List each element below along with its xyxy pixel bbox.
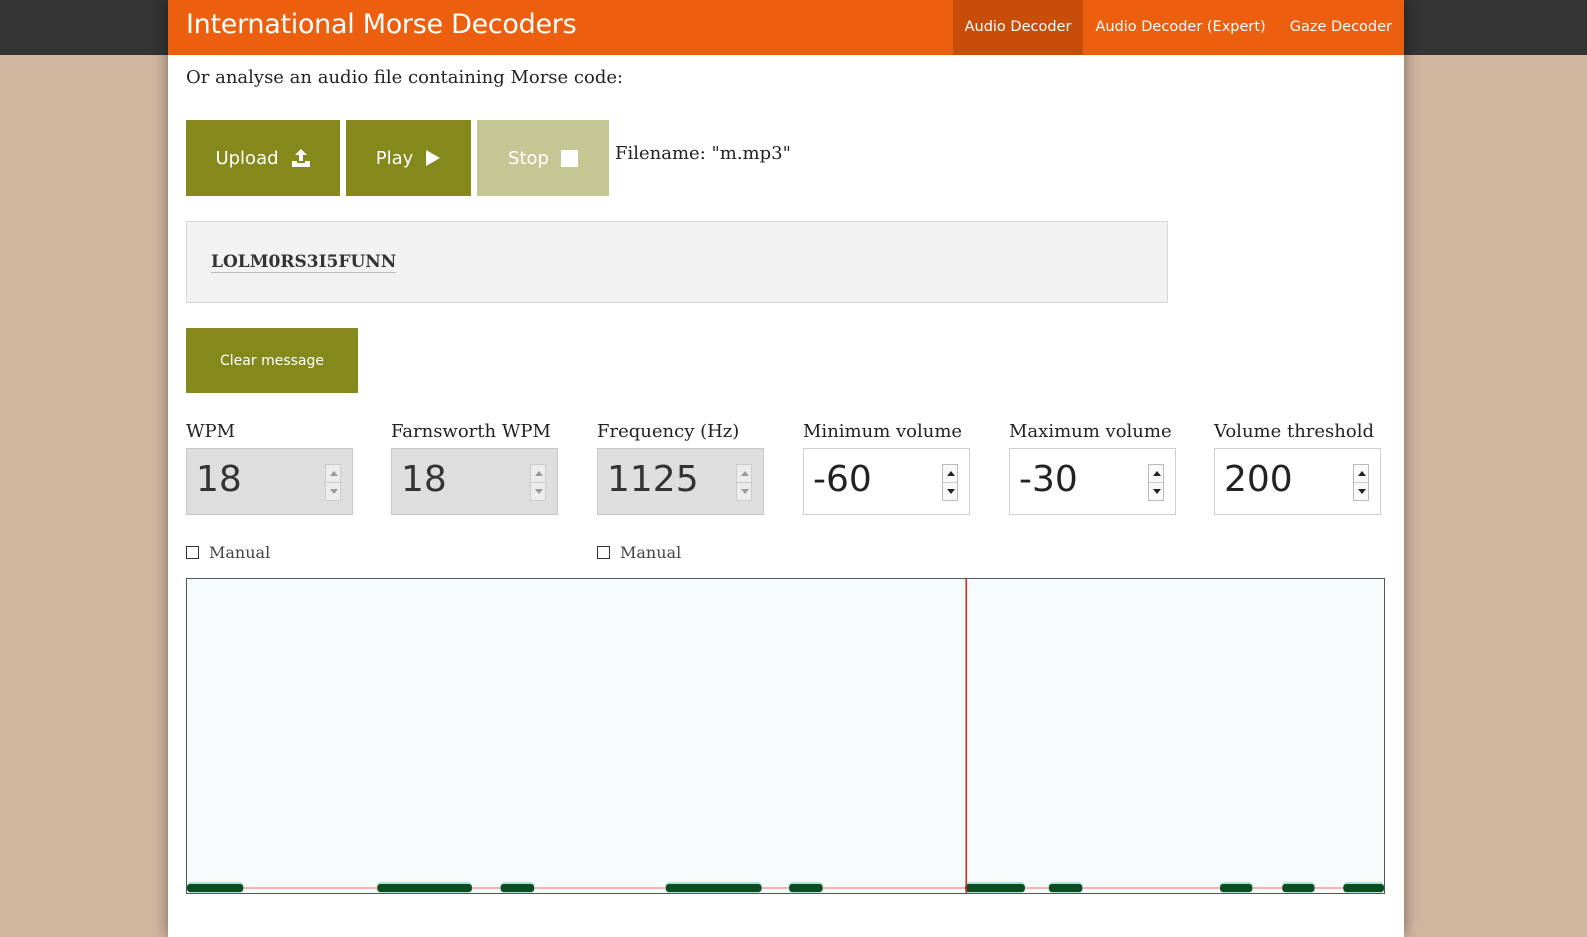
frequency-label: Frequency (Hz) — [597, 421, 740, 442]
stop-icon — [560, 149, 578, 167]
spin-up-icon — [947, 471, 955, 476]
manual-wpm-label: Manual — [209, 543, 271, 562]
upload-button[interactable]: Upload — [186, 120, 340, 196]
signal-segment — [1282, 884, 1315, 892]
nav-gaze-decoder[interactable]: Gaze Decoder — [1278, 0, 1404, 55]
farnsworth-value: 18 — [401, 459, 447, 500]
spin-down-icon — [535, 489, 543, 494]
min-volume-value: -60 — [813, 459, 872, 500]
farnsworth-label: Farnsworth WPM — [391, 421, 551, 442]
wpm-value: 18 — [196, 459, 242, 500]
spin-down-icon — [1358, 489, 1366, 494]
manual-frequency-label: Manual — [620, 543, 682, 562]
spin-up-icon — [330, 471, 338, 476]
spin-down-icon — [947, 489, 955, 494]
timeline-svg — [187, 579, 1384, 893]
farnsworth-spinner[interactable] — [530, 464, 546, 501]
nav-menu: Audio Decoder Audio Decoder (Expert) Gaz… — [952, 0, 1404, 55]
filename-text: Filename: "m.mp3" — [615, 143, 791, 164]
signal-segment — [500, 884, 535, 892]
threshold-spinner[interactable] — [1353, 464, 1369, 501]
signal-segment — [1048, 884, 1083, 892]
wpm-spinner[interactable] — [325, 464, 341, 501]
spin-up-icon — [1153, 471, 1161, 476]
nav-audio-decoder-expert[interactable]: Audio Decoder (Expert) — [1083, 0, 1277, 55]
signal-segment — [1220, 884, 1253, 892]
spin-down-icon — [330, 489, 338, 494]
wpm-label: WPM — [186, 421, 236, 442]
nav-audio-decoder[interactable]: Audio Decoder — [952, 0, 1084, 55]
max-volume-value: -30 — [1019, 459, 1078, 500]
clear-message-button[interactable]: Clear message — [186, 328, 358, 393]
max-volume-spinner[interactable] — [1148, 464, 1164, 501]
checkbox-box[interactable] — [186, 546, 199, 559]
max-volume-input[interactable]: -30 — [1009, 448, 1176, 515]
threshold-input[interactable]: 200 — [1214, 448, 1381, 515]
signal-timeline-canvas[interactable] — [186, 578, 1385, 894]
threshold-label: Volume threshold — [1214, 421, 1375, 442]
signal-segment — [789, 884, 823, 892]
signal-segment — [665, 884, 762, 892]
min-volume-input[interactable]: -60 — [803, 448, 970, 515]
signal-segment — [187, 884, 244, 892]
spin-up-icon — [1358, 471, 1366, 476]
upload-icon — [291, 149, 310, 167]
frequency-value: 1125 — [607, 459, 699, 500]
page-container: International Morse Decoders Audio Decod… — [168, 0, 1404, 937]
spin-down-icon — [1153, 489, 1161, 494]
spin-up-icon — [741, 471, 749, 476]
message-box: LOLM0RS3I5FUNN — [186, 221, 1168, 303]
signal-segment — [965, 884, 1025, 892]
play-icon — [426, 150, 441, 166]
upload-label: Upload — [215, 147, 279, 169]
frequency-input[interactable]: 1125 — [597, 448, 764, 515]
min-volume-spinner[interactable] — [942, 464, 958, 501]
site-title[interactable]: International Morse Decoders — [186, 9, 577, 40]
intro-text: Or analyse an audio file containing Mors… — [186, 67, 624, 88]
spin-up-icon — [535, 471, 543, 476]
wpm-input[interactable]: 18 — [186, 448, 353, 515]
threshold-value: 200 — [1224, 459, 1293, 500]
manual-frequency-checkbox[interactable]: Manual — [597, 543, 681, 562]
spin-down-icon — [741, 489, 749, 494]
play-button[interactable]: Play — [346, 120, 471, 196]
max-volume-label: Maximum volume — [1009, 421, 1172, 442]
min-volume-label: Minimum volume — [803, 421, 963, 442]
stop-label: Stop — [508, 147, 549, 169]
checkbox-box[interactable] — [597, 546, 610, 559]
farnsworth-input[interactable]: 18 — [391, 448, 558, 515]
signal-segment — [377, 884, 472, 892]
play-label: Play — [375, 147, 414, 169]
frequency-spinner[interactable] — [736, 464, 752, 501]
manual-wpm-checkbox[interactable]: Manual — [186, 543, 270, 562]
stop-button[interactable]: Stop — [477, 120, 609, 196]
signal-segment — [1343, 884, 1384, 892]
decoded-message: LOLM0RS3I5FUNN — [211, 252, 397, 273]
header-bar: International Morse Decoders Audio Decod… — [168, 0, 1404, 55]
